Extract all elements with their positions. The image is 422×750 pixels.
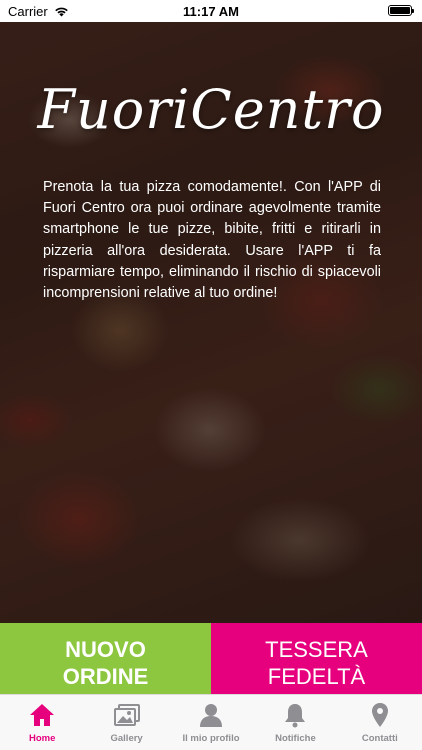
gallery-icon: [113, 704, 140, 726]
new-order-label-line1: NUOVO: [65, 637, 146, 662]
status-bar: Carrier 11:17 AM: [0, 0, 422, 22]
tab-profile-label: Il mio profilo: [182, 733, 240, 744]
bell-icon: [285, 704, 306, 728]
clock: 11:17 AM: [183, 4, 239, 19]
action-row: NUOVO ORDINE TESSERA FEDELTÀ: [0, 623, 422, 694]
new-order-label-line2: ORDINE: [62, 664, 149, 689]
home-icon: [30, 704, 55, 726]
tab-home-label: Home: [29, 733, 56, 744]
user-icon: [200, 704, 223, 727]
tab-home[interactable]: Home: [0, 695, 84, 750]
battery-icon: [388, 5, 414, 16]
tab-profile[interactable]: Il mio profilo: [169, 695, 253, 750]
loyalty-card-label-line2: FEDELTÀ: [267, 664, 366, 689]
intro-text: Prenota la tua pizza comodamente!. Con l…: [43, 179, 381, 302]
loyalty-card-button[interactable]: TESSERA FEDELTÀ: [211, 623, 422, 694]
brand-logo: FuoriCentro: [37, 78, 385, 141]
tab-contacts[interactable]: Contatti: [338, 695, 422, 750]
tab-contacts-label: Contatti: [361, 733, 398, 744]
tab-bar: Home Gallery Il mio profilo Notifiche Co…: [0, 694, 422, 750]
tab-notifications-label: Notifiche: [275, 733, 316, 744]
location-pin-icon: [371, 703, 388, 727]
loyalty-card-label-line1: TESSERA: [265, 637, 368, 662]
new-order-button[interactable]: NUOVO ORDINE: [0, 623, 211, 694]
tab-gallery[interactable]: Gallery: [84, 695, 168, 750]
tab-notifications[interactable]: Notifiche: [253, 695, 337, 750]
tab-gallery-label: Gallery: [110, 733, 143, 744]
